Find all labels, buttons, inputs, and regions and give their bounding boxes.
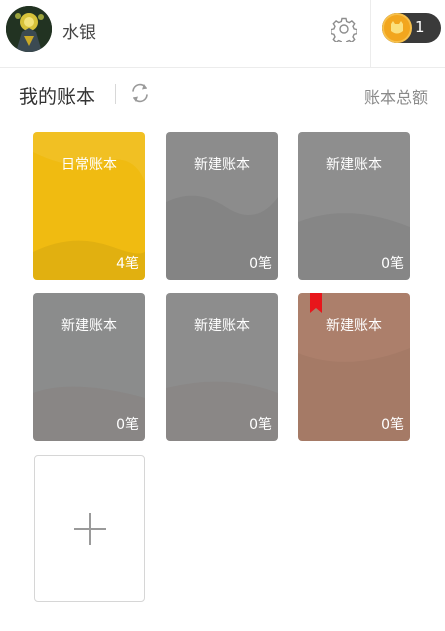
book-name: 新建账本	[326, 318, 382, 334]
bookmark-icon	[310, 293, 322, 313]
book-entry-count: 0笔	[381, 256, 404, 272]
book-card[interactable]: 新建账本 0笔	[298, 132, 410, 280]
book-card[interactable]: 日常账本 4笔	[33, 132, 145, 280]
book-name: 新建账本	[194, 318, 250, 334]
coin-badge[interactable]: 1	[382, 13, 441, 43]
book-name: 日常账本	[61, 157, 117, 173]
section-divider	[115, 84, 116, 104]
book-entry-count: 4笔	[116, 256, 139, 272]
total-amount-link[interactable]: 账本总额	[364, 84, 428, 108]
top-bar: 水银 1	[0, 0, 445, 68]
book-entry-count: 0笔	[249, 417, 272, 433]
book-entry-count: 0笔	[381, 417, 404, 433]
username[interactable]: 水银	[62, 18, 96, 43]
refresh-icon[interactable]	[128, 81, 152, 105]
book-name: 新建账本	[61, 318, 117, 334]
book-entry-count: 0笔	[116, 417, 139, 433]
add-book-button[interactable]	[34, 455, 145, 602]
book-card[interactable]: 新建账本 0笔	[298, 293, 410, 441]
header-divider	[370, 0, 371, 68]
gear-icon[interactable]	[331, 16, 357, 42]
section-title: 我的账本	[19, 86, 96, 108]
book-card[interactable]: 新建账本 0笔	[33, 293, 145, 441]
coin-icon	[382, 13, 412, 43]
book-card[interactable]: 新建账本 0笔	[166, 132, 278, 280]
book-name: 新建账本	[194, 157, 250, 173]
book-entry-count: 0笔	[249, 256, 272, 272]
plus-icon-stem	[89, 513, 91, 545]
coin-count: 1	[415, 18, 425, 36]
section-header: 我的账本 账本总额	[0, 68, 445, 120]
book-name: 新建账本	[326, 157, 382, 173]
book-card[interactable]: 新建账本 0笔	[166, 293, 278, 441]
avatar[interactable]	[6, 6, 52, 52]
